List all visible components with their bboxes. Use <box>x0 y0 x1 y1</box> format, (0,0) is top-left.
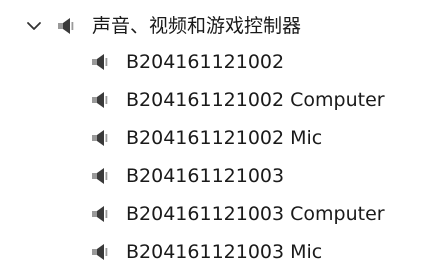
chevron-down-icon[interactable] <box>22 14 46 38</box>
tree-category-sound-video-game-controllers[interactable]: 声音、视频和游戏控制器 <box>22 8 301 44</box>
tree-item-device[interactable]: B204161121002 Mic <box>88 120 322 156</box>
speaker-icon <box>54 14 78 38</box>
tree-item-device[interactable]: B204161121003 Computer <box>88 196 385 232</box>
tree-item-label: B204161121002 Mic <box>126 127 323 149</box>
speaker-icon <box>88 126 112 150</box>
tree-item-label: B204161121003 Mic <box>126 241 323 263</box>
tree-item-device[interactable]: B204161121002 <box>88 44 284 80</box>
speaker-icon <box>88 164 112 188</box>
tree-item-device[interactable]: B204161121003 Mic <box>88 234 322 270</box>
tree-category-label: 声音、视频和游戏控制器 <box>92 15 302 37</box>
tree-item-label: B204161121002 Computer <box>126 89 385 111</box>
tree-item-label: B204161121003 <box>126 165 285 187</box>
speaker-icon <box>88 240 112 264</box>
speaker-icon <box>88 202 112 226</box>
device-tree: 声音、视频和游戏控制器 B204161121002 B204161121002 … <box>0 0 440 272</box>
tree-item-label: B204161121003 Computer <box>126 203 385 225</box>
speaker-icon <box>88 50 112 74</box>
tree-item-device[interactable]: B204161121003 <box>88 158 284 194</box>
tree-item-label: B204161121002 <box>126 51 285 73</box>
speaker-icon <box>88 88 112 112</box>
tree-item-device[interactable]: B204161121002 Computer <box>88 82 385 118</box>
